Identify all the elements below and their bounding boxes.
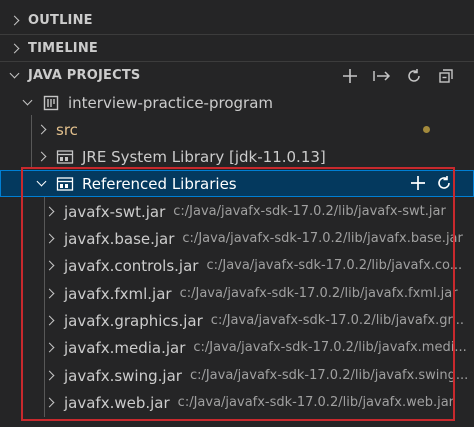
src-label: src xyxy=(56,120,78,139)
jar-row[interactable]: javafx.controls.jar c:/Java/javafx-sdk-1… xyxy=(0,252,474,279)
jar-path: c:/Java/javafx-sdk-17.0.2/lib/javafx.web… xyxy=(177,395,455,410)
java-projects-explorer: OUTLINE TIMELINE JAVA PROJECTS interview… xyxy=(0,0,474,427)
jar-name: javafx.controls.jar xyxy=(64,256,199,275)
jar-row[interactable]: javafx.web.jar c:/Java/javafx-sdk-17.0.2… xyxy=(0,389,474,416)
java-projects-actions xyxy=(340,62,456,89)
referenced-libraries-label: Referenced Libraries xyxy=(82,174,237,193)
chevron-right-icon xyxy=(42,205,56,219)
refresh-icon[interactable] xyxy=(434,173,454,193)
timeline-section-header[interactable]: TIMELINE xyxy=(0,34,474,61)
chevron-right-icon xyxy=(42,232,56,246)
timeline-title: TIMELINE xyxy=(28,40,99,56)
jar-row[interactable]: javafx-swt.jar c:/Java/javafx-sdk-17.0.2… xyxy=(0,198,474,225)
referenced-libraries-row[interactable]: Referenced Libraries xyxy=(0,170,474,197)
jar-name: javafx.fxml.jar xyxy=(64,284,172,303)
chevron-right-icon xyxy=(34,150,48,164)
chevron-right-icon xyxy=(42,314,56,328)
referenced-libraries-actions xyxy=(408,173,454,193)
jar-name: javafx.graphics.jar xyxy=(64,311,203,330)
chevron-right-icon xyxy=(0,15,28,26)
jar-name: javafx.media.jar xyxy=(64,338,186,357)
jar-name: javafx-swt.jar xyxy=(64,202,166,221)
chevron-right-icon xyxy=(42,396,56,410)
project-icon xyxy=(42,94,60,112)
jar-path: c:/Java/javafx-sdk-17.0.2/lib/javafx.fxm… xyxy=(179,286,458,301)
collapse-all-icon[interactable] xyxy=(436,66,456,86)
jar-row[interactable]: javafx.media.jar c:/Java/javafx-sdk-17.0… xyxy=(0,334,474,361)
jar-name: javafx.base.jar xyxy=(64,229,175,248)
library-icon xyxy=(56,175,74,193)
jre-library-row[interactable]: JRE System Library [jdk-11.0.13] xyxy=(0,143,474,170)
chevron-right-icon xyxy=(42,369,56,383)
add-icon[interactable] xyxy=(408,173,428,193)
project-row[interactable]: interview-practice-program xyxy=(0,89,474,116)
modified-dot-icon xyxy=(423,126,430,133)
outline-section-header[interactable]: OUTLINE xyxy=(0,7,474,34)
jar-path: c:/Java/javafx-sdk-17.0.2/lib/javafx-swt… xyxy=(173,204,446,219)
java-projects-section-header[interactable]: JAVA PROJECTS xyxy=(0,61,474,88)
jar-path: c:/Java/javafx-sdk-17.0.2/lib/javafx.med… xyxy=(193,340,467,355)
jar-path: c:/Java/javafx-sdk-17.0.2/lib/javafx.swi… xyxy=(189,368,469,383)
chevron-down-icon xyxy=(20,95,34,110)
project-name: interview-practice-program xyxy=(68,93,273,112)
src-row[interactable]: src xyxy=(0,116,474,143)
jre-library-label: JRE System Library [jdk-11.0.13] xyxy=(82,147,326,166)
jar-row[interactable]: javafx.swing.jar c:/Java/javafx-sdk-17.0… xyxy=(0,362,474,389)
jar-path: c:/Java/javafx-sdk-17.0.2/lib/javafx.bas… xyxy=(182,231,463,246)
chevron-right-icon xyxy=(42,341,56,355)
add-icon[interactable] xyxy=(340,66,360,86)
jar-path: c:/Java/javafx-sdk-17.0.2/lib/javafx.co.… xyxy=(206,258,463,273)
library-icon xyxy=(56,148,74,166)
refresh-icon[interactable] xyxy=(404,66,424,86)
outline-title: OUTLINE xyxy=(28,13,93,28)
jar-row[interactable]: javafx.fxml.jar c:/Java/javafx-sdk-17.0.… xyxy=(0,280,474,307)
jar-path: c:/Java/javafx-sdk-17.0.2/lib/javafx.gr.… xyxy=(210,313,465,328)
chevron-right-icon xyxy=(34,123,48,137)
chevron-right-icon xyxy=(42,287,56,301)
chevron-right-icon xyxy=(42,259,56,273)
chevron-down-icon xyxy=(0,68,28,78)
chevron-right-icon xyxy=(0,43,28,53)
jar-name: javafx.swing.jar xyxy=(64,366,182,385)
jar-row[interactable]: javafx.graphics.jar c:/Java/javafx-sdk-1… xyxy=(0,307,474,334)
java-projects-title: JAVA PROJECTS xyxy=(28,67,141,83)
chevron-down-icon xyxy=(34,176,48,191)
jar-row[interactable]: javafx.base.jar c:/Java/javafx-sdk-17.0.… xyxy=(0,225,474,252)
export-jar-icon[interactable] xyxy=(372,66,392,86)
jar-name: javafx.web.jar xyxy=(64,393,170,412)
